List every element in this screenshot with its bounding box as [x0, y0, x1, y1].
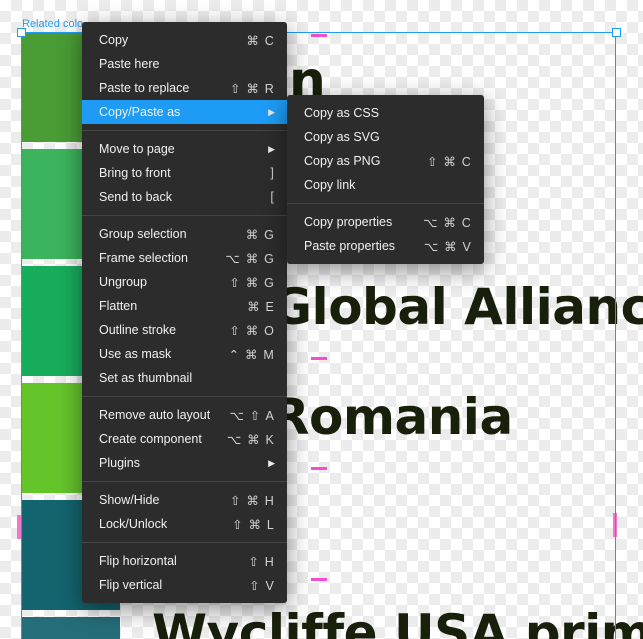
menu-separator — [287, 203, 484, 204]
menu-item-label: Paste here — [99, 57, 160, 71]
menu-item-shortcut: ⌘ E — [247, 299, 275, 314]
menu-item-label: Use as mask — [99, 347, 172, 361]
submenu-item-copy-link[interactable]: Copy link — [287, 173, 484, 197]
menu-item-label: Outline stroke — [99, 323, 177, 337]
menu-item-copy-paste-as[interactable]: Copy/Paste as ▶ — [82, 100, 287, 124]
menu-item-show-hide[interactable]: Show/Hide ⇧ ⌘ H — [82, 488, 287, 512]
menu-item-ungroup[interactable]: Ungroup ⇧ ⌘ G — [82, 270, 287, 294]
menu-item-lock-unlock[interactable]: Lock/Unlock ⇧ ⌘ L — [82, 512, 287, 536]
menu-item-shortcut: ] — [270, 166, 275, 180]
menu-item-flip-horizontal[interactable]: Flip horizontal ⇧ H — [82, 549, 287, 573]
menu-item-label: Copy as CSS — [304, 106, 380, 120]
submenu-item-paste-properties[interactable]: Paste properties ⌥ ⌘ V — [287, 234, 484, 258]
menu-item-shortcut: ⌥ ⌘ G — [225, 251, 275, 266]
menu-item-create-component[interactable]: Create component ⌥ ⌘ K — [82, 427, 287, 451]
menu-item-label: Group selection — [99, 227, 187, 241]
menu-item-label: Paste to replace — [99, 81, 190, 95]
spacing-marker-h-2 — [311, 357, 327, 360]
menu-item-remove-auto-layout[interactable]: Remove auto layout ⌥ ⇧ A — [82, 403, 287, 427]
menu-item-plugins[interactable]: Plugins ▶ — [82, 451, 287, 475]
menu-item-shortcut: ⇧ V — [249, 578, 275, 593]
menu-item-label: Bring to front — [99, 166, 171, 180]
menu-item-label: Frame selection — [99, 251, 188, 265]
menu-item-frame-selection[interactable]: Frame selection ⌥ ⌘ G — [82, 246, 287, 270]
menu-item-label: Lock/Unlock — [99, 517, 168, 531]
context-menu[interactable]: Copy ⌘ C Paste here Paste to replace ⇧ ⌘ R Co… — [82, 22, 287, 603]
menu-item-set-as-thumbnail[interactable]: Set as thumbnail — [82, 366, 287, 390]
submenu-arrow-icon: ▶ — [268, 143, 275, 154]
menu-item-send-to-back[interactable]: Send to back [ — [82, 185, 287, 209]
menu-item-shortcut: ⌥ ⇧ A — [229, 408, 275, 423]
spacing-marker-h-3 — [311, 467, 327, 470]
artboard-text-4: Wycliffe USA primary — [152, 604, 643, 639]
menu-item-paste-here[interactable]: Paste here — [82, 52, 287, 76]
menu-item-shortcut: [ — [270, 190, 275, 204]
menu-separator — [82, 130, 287, 131]
menu-item-label: Copy — [99, 33, 129, 47]
submenu-item-copy-as-svg[interactable]: Copy as SVG — [287, 125, 484, 149]
menu-separator — [82, 396, 287, 397]
menu-separator — [82, 215, 287, 216]
menu-item-outline-stroke[interactable]: Outline stroke ⇧ ⌘ O — [82, 318, 287, 342]
menu-item-label: Copy properties — [304, 215, 393, 229]
menu-separator — [82, 542, 287, 543]
menu-item-label: Send to back — [99, 190, 172, 204]
menu-item-label: Copy/Paste as — [99, 105, 181, 119]
menu-item-shortcut: ⌥ ⌘ K — [226, 432, 275, 447]
menu-item-flatten[interactable]: Flatten ⌘ E — [82, 294, 287, 318]
menu-item-shortcut: ⌘ G — [245, 227, 275, 242]
submenu-arrow-icon: ▶ — [268, 457, 275, 468]
menu-item-group-selection[interactable]: Group selection ⌘ G — [82, 222, 287, 246]
menu-item-shortcut: ⇧ ⌘ R — [230, 81, 275, 96]
selection-handle-top-right[interactable] — [612, 28, 621, 37]
menu-item-label: Flip horizontal — [99, 554, 177, 568]
spacing-marker-h-4 — [311, 578, 327, 581]
menu-item-shortcut: ⇧ ⌘ G — [229, 275, 275, 290]
menu-item-shortcut: ⇧ ⌘ L — [232, 517, 275, 532]
figma-canvas[interactable]: GreenThe Global AllianceThe RomaniaLogoW… — [0, 0, 643, 639]
menu-item-label: Show/Hide — [99, 493, 160, 507]
menu-item-shortcut: ⇧ H — [248, 554, 275, 569]
menu-item-label: Flatten — [99, 299, 138, 313]
menu-item-bring-to-front[interactable]: Bring to front] — [82, 161, 287, 185]
submenu-item-copy-properties[interactable]: Copy properties ⌥ ⌘ C — [287, 210, 484, 234]
menu-item-shortcut: ⌥ ⌘ C — [423, 215, 472, 230]
submenu-arrow-icon: ▶ — [268, 106, 275, 117]
menu-item-label: Copy as PNG — [304, 154, 381, 168]
menu-item-move-to-page[interactable]: Move to page ▶ — [82, 137, 287, 161]
menu-item-copy[interactable]: Copy ⌘ C — [82, 28, 287, 52]
menu-item-label: Move to page — [99, 142, 175, 156]
menu-item-use-as-mask[interactable]: Use as mask ⌃ ⌘ M — [82, 342, 287, 366]
selection-label: Related colo — [22, 18, 84, 30]
menu-item-shortcut: ⇧ ⌘ C — [427, 154, 472, 169]
menu-item-shortcut: ⌥ ⌘ V — [423, 239, 472, 254]
menu-item-label: Flip vertical — [99, 578, 163, 592]
menu-item-label: Set as thumbnail — [99, 371, 193, 385]
menu-item-label: Remove auto layout — [99, 408, 211, 422]
menu-item-flip-vertical[interactable]: Flip vertical ⇧ V — [82, 573, 287, 597]
spacing-marker-v-0 — [17, 515, 21, 539]
menu-item-label: Plugins — [99, 456, 140, 470]
submenu-item-copy-as-css[interactable]: Copy as CSS — [287, 101, 484, 125]
menu-item-paste-to-replace[interactable]: Paste to replace ⇧ ⌘ R — [82, 76, 287, 100]
menu-item-shortcut: ⌘ C — [246, 33, 275, 48]
menu-item-shortcut: ⌃ ⌘ M — [228, 347, 275, 362]
copy-paste-as-submenu[interactable]: Copy as CSS Copy as SVG Copy as PNG ⇧ ⌘ C Co… — [287, 95, 484, 264]
spacing-marker-v-1 — [613, 513, 617, 537]
menu-item-label: Copy as SVG — [304, 130, 380, 144]
menu-item-label: Ungroup — [99, 275, 147, 289]
menu-item-label: Create component — [99, 432, 202, 446]
menu-separator — [82, 481, 287, 482]
menu-item-shortcut: ⇧ ⌘ H — [230, 493, 275, 508]
swatch-teal[interactable] — [21, 617, 120, 639]
menu-item-label: Copy link — [304, 178, 356, 192]
spacing-marker-h-0 — [311, 34, 327, 37]
submenu-item-copy-as-png[interactable]: Copy as PNG ⇧ ⌘ C — [287, 149, 484, 173]
menu-item-label: Paste properties — [304, 239, 396, 253]
menu-item-shortcut: ⇧ ⌘ O — [229, 323, 275, 338]
